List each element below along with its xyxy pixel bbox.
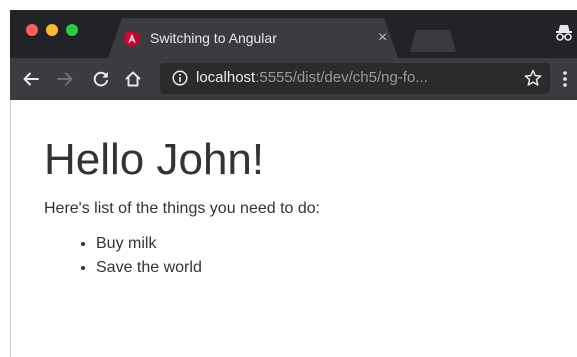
window-zoom-button[interactable] — [66, 24, 78, 36]
info-icon[interactable] — [172, 70, 188, 86]
reload-icon[interactable] — [92, 70, 110, 88]
url-text[interactable]: localhost:5555/dist/dev/ch5/ng-fo... — [196, 69, 516, 86]
window-close-button[interactable] — [26, 24, 38, 36]
address-bar[interactable]: localhost:5555/dist/dev/ch5/ng-fo... — [160, 63, 550, 94]
tab-strip: Switching to Angular × — [10, 10, 577, 58]
tab-switching-to-angular[interactable]: Switching to Angular × — [108, 18, 398, 58]
tab-title: Switching to Angular — [150, 30, 277, 46]
url-host: localhost — [196, 69, 256, 86]
forward-arrow-icon[interactable] — [56, 70, 74, 88]
incognito-icon — [556, 25, 572, 41]
todo-item: Save the world — [96, 256, 202, 280]
tab-close-icon[interactable]: × — [378, 29, 387, 47]
page-subtitle: Here's list of the things you need to do… — [44, 200, 321, 217]
browser-window: Switching to Angular × localhost:5555/di… — [10, 10, 577, 357]
back-arrow-icon[interactable] — [22, 70, 40, 88]
window-minimize-button[interactable] — [46, 24, 58, 36]
new-tab-button[interactable] — [410, 30, 456, 52]
home-icon[interactable] — [124, 70, 142, 88]
url-path: :5555/dist/dev/ch5/ng-fo... — [255, 69, 428, 86]
todo-list: Buy milk Save the world — [44, 232, 202, 280]
page-heading: Hello John! — [44, 135, 265, 184]
bookmark-star-icon[interactable] — [524, 69, 542, 87]
more-menu-icon[interactable] — [562, 70, 568, 88]
angular-icon — [124, 31, 140, 47]
page-content: Hello John! Here's list of the things yo… — [10, 100, 577, 357]
browser-toolbar: localhost:5555/dist/dev/ch5/ng-fo... — [10, 58, 577, 100]
todo-item: Buy milk — [96, 232, 202, 256]
